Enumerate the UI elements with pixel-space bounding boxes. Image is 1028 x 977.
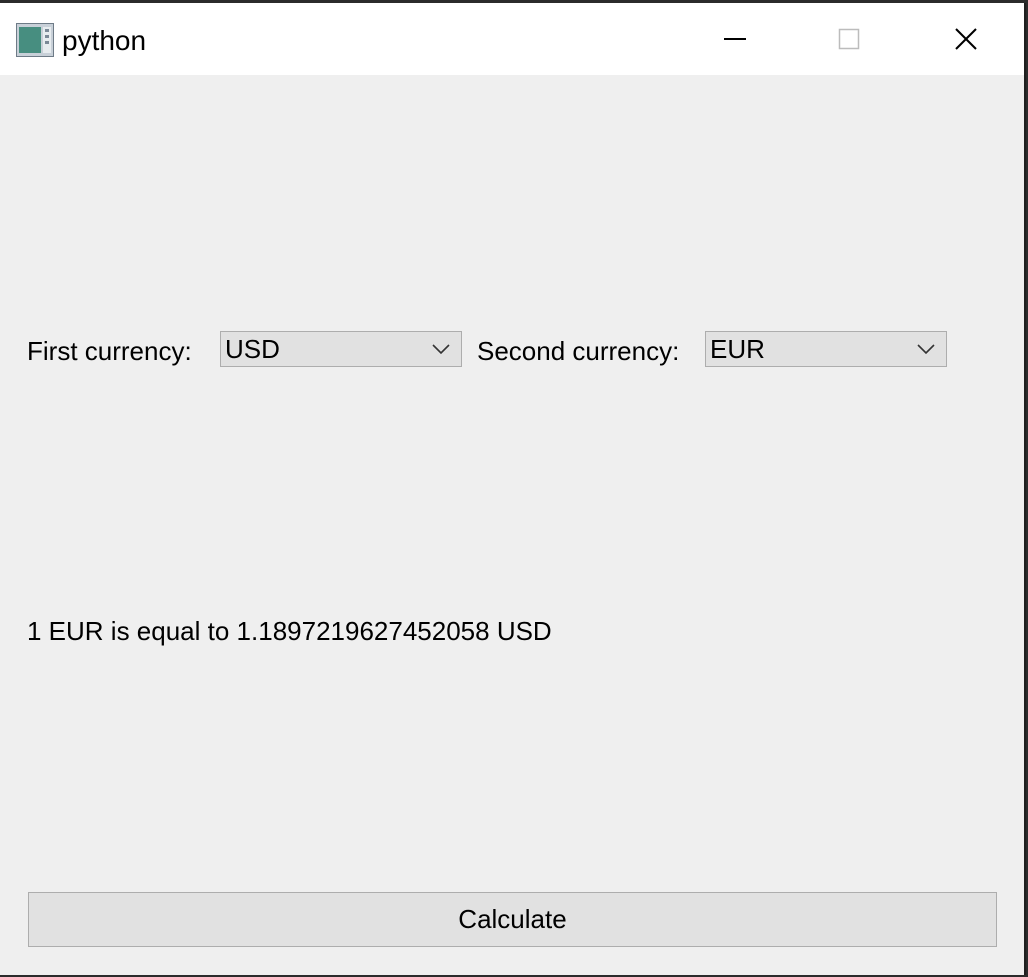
first-currency-value: USD	[225, 334, 280, 364]
app-window: python First currency: USD Second curren…	[0, 3, 1026, 975]
calculate-button[interactable]: Calculate	[28, 892, 997, 947]
second-currency-select[interactable]: EUR	[705, 331, 947, 367]
close-icon	[955, 28, 977, 50]
window-title: python	[62, 25, 147, 56]
conversion-result: 1 EUR is equal to 1.1897219627452058 USD	[27, 616, 552, 646]
minimize-button[interactable]	[680, 3, 790, 75]
first-currency-select[interactable]: USD	[220, 331, 462, 367]
maximize-icon	[838, 28, 860, 50]
chevron-down-icon	[917, 344, 935, 355]
first-currency-label: First currency:	[27, 336, 192, 366]
maximize-button[interactable]	[794, 3, 904, 75]
close-button[interactable]	[911, 3, 1021, 75]
second-currency-value: EUR	[710, 334, 765, 364]
title-bar[interactable]: python	[0, 3, 1024, 75]
chevron-down-icon	[432, 344, 450, 355]
second-currency-label: Second currency:	[477, 336, 680, 366]
minimize-icon	[724, 38, 746, 40]
app-icon	[16, 23, 54, 57]
calculate-button-label: Calculate	[458, 904, 567, 934]
